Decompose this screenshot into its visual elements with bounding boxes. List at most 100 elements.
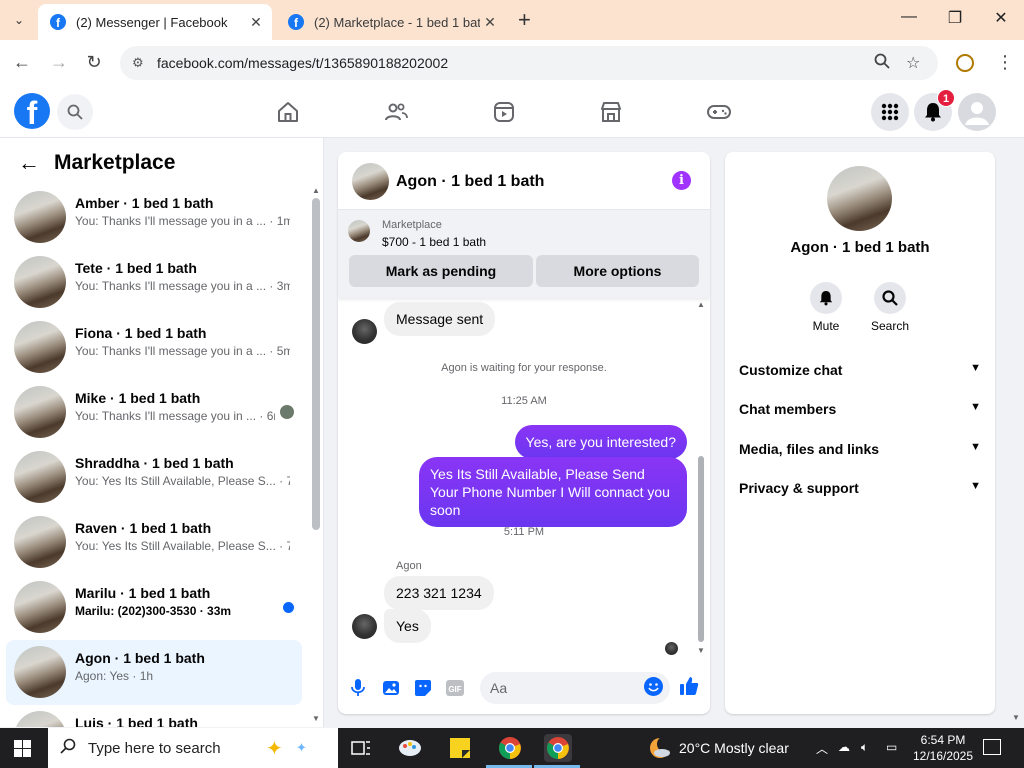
weather-text[interactable]: 20°C Mostly clear: [679, 740, 789, 756]
friends-icon[interactable]: [382, 98, 410, 126]
details-avatar[interactable]: [827, 166, 892, 231]
action-center-icon[interactable]: [983, 739, 1001, 755]
chat-title[interactable]: Agon · 1 bed 1 bath: [396, 173, 544, 191]
home-icon[interactable]: [274, 98, 302, 126]
zoom-icon[interactable]: [874, 53, 890, 74]
privacy-support-section[interactable]: Privacy & support ▼: [739, 480, 981, 496]
chevron-down-icon[interactable]: ▼: [970, 480, 981, 492]
back-arrow-icon[interactable]: ←: [18, 150, 40, 176]
close-tab-icon[interactable]: ✕: [480, 14, 500, 31]
scroll-up-arrow-icon[interactable]: ▲: [697, 300, 705, 309]
info-icon[interactable]: i: [672, 171, 691, 190]
search-action[interactable]: Search: [860, 282, 920, 333]
site-settings-icon[interactable]: ⚙: [132, 55, 144, 71]
message-bubble-outgoing[interactable]: Yes Its Still Available, Please Send You…: [419, 457, 687, 527]
show-hidden-icons-chevron-icon[interactable]: ︿: [816, 740, 828, 757]
emoji-icon[interactable]: [644, 677, 663, 696]
conversation-item[interactable]: Shraddha · 1 bed 1 bath You: Yes Its Sti…: [6, 445, 302, 510]
chat-scrollbar[interactable]: [698, 456, 704, 642]
customize-chat-section[interactable]: Customize chat ▼: [739, 362, 981, 378]
listing-price[interactable]: $700 - 1 bed 1 bath: [382, 235, 486, 249]
conversation-item-selected[interactable]: Agon · 1 bed 1 bath Agon: Yes · 1h: [6, 640, 302, 705]
weather-moon-icon[interactable]: [648, 736, 673, 765]
url-text[interactable]: facebook.com/messages/t/1365890188202002: [157, 55, 448, 71]
omnibox[interactable]: ⚙ facebook.com/messages/t/13658901882020…: [120, 46, 938, 80]
message-input[interactable]: Aa: [480, 672, 670, 704]
photo-icon[interactable]: [381, 678, 401, 698]
listing-avatar: [14, 256, 66, 308]
new-tab-plus-icon[interactable]: +: [518, 8, 531, 32]
browser-profile-icon[interactable]: [956, 54, 974, 72]
marketplace-icon[interactable]: [597, 98, 625, 126]
scroll-up-arrow-icon[interactable]: ▲: [312, 186, 320, 195]
system-clock[interactable]: 6:54 PM 12/16/2025: [908, 732, 978, 764]
sticky-notes-icon[interactable]: [446, 734, 474, 762]
thumbs-up-like-icon[interactable]: [679, 676, 699, 696]
account-avatar[interactable]: [958, 93, 996, 131]
close-tab-icon[interactable]: ✕: [246, 14, 266, 31]
facebook-search-icon[interactable]: [57, 94, 93, 130]
volume-icon[interactable]: 🔈︎: [861, 740, 868, 755]
conversation-item[interactable]: Marilu · 1 bed 1 bath Marilu: (202)300-3…: [6, 575, 302, 640]
chevron-down-icon[interactable]: ▼: [970, 362, 981, 374]
conversation-item[interactable]: Luis · 1 bed 1 bath: [6, 705, 302, 727]
conversation-item[interactable]: Tete · 1 bed 1 bath You: Thanks I'll mes…: [6, 250, 302, 315]
message-bubble-incoming[interactable]: Yes: [384, 609, 431, 643]
chevron-down-icon[interactable]: ▼: [970, 441, 981, 453]
bell-icon[interactable]: [810, 282, 842, 314]
chrome-icon[interactable]: [496, 734, 524, 762]
network-status-icon[interactable]: ☁: [838, 740, 850, 754]
menu-grid-icon[interactable]: [871, 93, 909, 131]
tab-marketplace[interactable]: f (2) Marketplace - 1 bed 1 bath ✕: [276, 4, 506, 40]
close-window-icon[interactable]: ✕: [986, 8, 1016, 28]
display-icon[interactable]: ▭: [886, 740, 897, 754]
microphone-icon[interactable]: [348, 678, 368, 698]
more-options-button[interactable]: More options: [536, 255, 699, 287]
conversation-item[interactable]: Raven · 1 bed 1 bath You: Yes Its Still …: [6, 510, 302, 575]
paint-app-icon[interactable]: [396, 734, 424, 762]
message-bubble-incoming[interactable]: 223 321 1234: [384, 576, 494, 610]
gaming-icon[interactable]: [705, 98, 733, 126]
minimize-icon[interactable]: —: [894, 8, 924, 26]
browser-menu-icon[interactable]: ⋮: [996, 52, 1014, 73]
media-files-links-section[interactable]: Media, files and links ▼: [739, 441, 981, 457]
conversation-item[interactable]: Fiona · 1 bed 1 bath You: Thanks I'll me…: [6, 315, 302, 380]
sticker-icon[interactable]: [413, 678, 433, 698]
message-composer: GIF Aa: [338, 670, 710, 710]
mark-as-pending-button[interactable]: Mark as pending: [349, 255, 533, 287]
restore-window-icon[interactable]: ❐: [940, 8, 970, 28]
chat-avatar[interactable]: [352, 163, 389, 200]
sidebar-scrollbar[interactable]: [312, 198, 320, 530]
conversation-item[interactable]: Mike · 1 bed 1 bath You: Thanks I'll mes…: [6, 380, 302, 445]
task-view-icon[interactable]: [347, 734, 375, 762]
scroll-down-arrow-icon[interactable]: ▼: [312, 714, 320, 723]
section-label: Chat members: [739, 401, 837, 417]
chrome-active-icon[interactable]: [544, 734, 572, 762]
taskbar-search-box[interactable]: Type here to search ✦ ✦: [48, 728, 338, 768]
message-bubble-outgoing[interactable]: Yes, are you interested?: [514, 425, 687, 459]
listing-thumbnail[interactable]: [348, 220, 370, 242]
message-bubble-incoming[interactable]: Message sent: [384, 302, 496, 336]
back-arrow-icon[interactable]: ←: [10, 52, 34, 73]
chat-members-section[interactable]: Chat members ▼: [739, 401, 981, 417]
reload-icon[interactable]: ↻: [82, 52, 106, 73]
chevron-down-icon[interactable]: ▼: [970, 401, 981, 413]
details-name[interactable]: Agon · 1 bed 1 bath: [725, 239, 995, 256]
tab-messenger[interactable]: f (2) Messenger | Facebook ✕: [38, 4, 272, 40]
tab-search-chevron-icon[interactable]: ⌄: [6, 8, 32, 32]
scroll-down-arrow-icon[interactable]: ▼: [697, 646, 705, 655]
search-highlight-icon: ✦: [266, 738, 283, 760]
page-scroll-down-arrow-icon[interactable]: ▼: [1012, 713, 1020, 722]
bookmark-star-icon[interactable]: ☆: [906, 53, 920, 73]
clock-time: 6:54 PM: [920, 733, 966, 747]
tab-title: (2) Messenger | Facebook: [76, 14, 228, 30]
windows-start-icon[interactable]: [14, 740, 32, 757]
mute-action[interactable]: Mute: [796, 282, 856, 333]
notification-count-badge: 1: [937, 89, 955, 107]
video-icon[interactable]: [490, 98, 518, 126]
gif-icon[interactable]: GIF: [445, 678, 465, 698]
search-icon[interactable]: [874, 282, 906, 314]
facebook-logo-icon[interactable]: f: [14, 93, 50, 129]
conversation-item[interactable]: Amber · 1 bed 1 bath You: Thanks I'll me…: [6, 185, 302, 250]
forward-arrow-icon[interactable]: →: [47, 52, 71, 73]
